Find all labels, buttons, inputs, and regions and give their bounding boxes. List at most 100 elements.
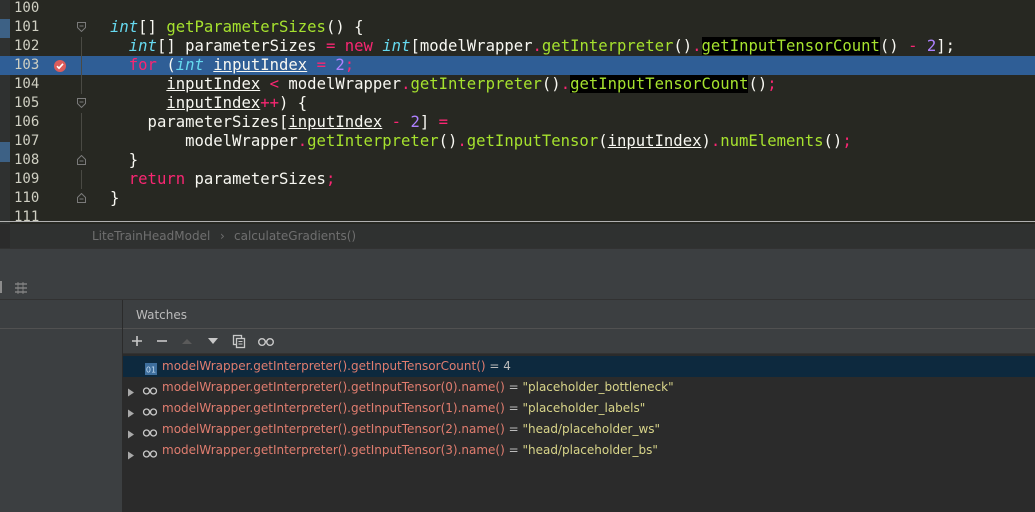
- remove-icon[interactable]: [154, 333, 170, 349]
- code-text[interactable]: }: [110, 151, 138, 170]
- watch-icon: [142, 424, 158, 437]
- code-text[interactable]: }: [110, 189, 119, 208]
- line-number: 106: [14, 114, 40, 130]
- watches-panel[interactable]: Watches 01 modelWrapper.getInterpreter().…: [123, 300, 1035, 512]
- watch-row[interactable]: modelWrapper.getInterpreter().getInputTe…: [123, 377, 1035, 398]
- code-token: getInputTensor: [466, 132, 599, 150]
- code-line[interactable]: 109 return parameterSizes;: [0, 170, 1035, 189]
- code-text[interactable]: for (int inputIndex = 2;: [110, 56, 354, 75]
- code-line[interactable]: 104 inputIndex < modelWrapper. getInterpr…: [0, 75, 1035, 94]
- code-line[interactable]: 108 }: [0, 151, 1035, 170]
- code-text[interactable]: int[] parameterSizes = new int[modelWrap…: [110, 37, 955, 56]
- code-line[interactable]: 101 int[] getParameterSizes() {: [0, 18, 1035, 37]
- code-line-current[interactable]: 103 for (int inputIndex = 2;: [0, 56, 1035, 75]
- code-line[interactable]: 107 modelWrapper.getInterpreter().getInp…: [0, 132, 1035, 151]
- code-text[interactable]: return parameterSizes;: [110, 170, 336, 189]
- code-token: =: [438, 113, 449, 131]
- code-line[interactable]: 100: [0, 0, 1035, 18]
- editor-divider: [0, 221, 1035, 222]
- watch-row[interactable]: 01 modelWrapper.getInterpreter().getInput…: [123, 356, 1035, 377]
- fold-open-icon[interactable]: [77, 22, 86, 32]
- code-token: <: [269, 75, 280, 93]
- expand-arrow-icon[interactable]: [127, 383, 135, 397]
- watch-value: "placeholder_labels": [522, 401, 646, 415]
- code-token: .: [692, 37, 702, 55]
- add-icon[interactable]: [129, 333, 145, 349]
- code-token: 2: [335, 56, 345, 74]
- code-token: ): [701, 132, 711, 150]
- code-token: 2: [410, 113, 420, 131]
- watch-row[interactable]: modelWrapper.getInterpreter().getInputTe…: [123, 398, 1035, 419]
- breadcrumb-method[interactable]: calculateGradients(): [234, 229, 356, 243]
- code-text[interactable]: int[] getParameterSizes() {: [110, 18, 364, 37]
- line-number: 103: [14, 57, 40, 73]
- code-token: (): [438, 132, 458, 150]
- code-token: ];: [936, 37, 956, 55]
- code-token: .: [297, 132, 308, 150]
- code-token: ;: [325, 170, 336, 188]
- copy-icon[interactable]: [231, 333, 247, 349]
- fold-close-icon[interactable]: [77, 193, 86, 203]
- code-line[interactable]: 106 parameterSizes[inputIndex - 2] =: [0, 113, 1035, 132]
- code-token: for: [128, 56, 157, 74]
- code-token: getInterpreter: [307, 132, 439, 150]
- code-text[interactable]: inputIndex < modelWrapper. getInterpreter…: [110, 75, 777, 94]
- fold-open-icon[interactable]: [77, 98, 86, 108]
- tab-watches[interactable]: Watches: [136, 308, 187, 322]
- watch-equals: =: [504, 422, 523, 436]
- fold-close-icon[interactable]: [77, 155, 86, 165]
- code-text[interactable]: parameterSizes[inputIndex - 2] =: [110, 113, 448, 132]
- threads-icon[interactable]: [14, 280, 28, 299]
- code-line[interactable]: 110}: [0, 189, 1035, 208]
- line-number: 101: [14, 19, 40, 35]
- code-token: ;: [344, 56, 355, 74]
- code-token: ;: [767, 75, 777, 93]
- code-token: .: [560, 75, 571, 93]
- watch-equals: =: [504, 401, 523, 415]
- code-text[interactable]: inputIndex++) {: [110, 94, 307, 113]
- code-text[interactable]: modelWrapper.getInterpreter().getInputTe…: [110, 132, 852, 151]
- expand-arrow-icon[interactable]: [127, 404, 135, 418]
- watch-row[interactable]: modelWrapper.getInterpreter().getInputTe…: [123, 419, 1035, 440]
- frames-header-divider: [0, 328, 122, 329]
- code-line[interactable]: 102 int[] parameterSizes = new int[model…: [0, 37, 1035, 56]
- glasses-icon[interactable]: [257, 333, 274, 349]
- watch-expression-text: modelWrapper.getInterpreter().getInputTe…: [162, 380, 505, 394]
- code-token: int: [110, 18, 139, 36]
- debug-toolbar: [0, 275, 1035, 300]
- code-line[interactable]: 105 inputIndex++) {: [0, 94, 1035, 113]
- primitive-icon: 01: [142, 361, 158, 375]
- toolbar-edge-icon: [0, 281, 2, 293]
- line-number: 104: [14, 76, 40, 92]
- code-token: [modelWrapper: [410, 37, 533, 55]
- code-token: (): [673, 37, 693, 55]
- watch-row[interactable]: modelWrapper.getInterpreter().getInputTe…: [123, 440, 1035, 461]
- code-token: (): [879, 37, 909, 55]
- code-token: (: [156, 56, 176, 74]
- watch-expression-text: modelWrapper.getInterpreter().getInputTe…: [162, 422, 505, 436]
- move-up-icon[interactable]: [179, 333, 195, 349]
- watch-expression-text: modelWrapper.getInterpreter().getInputTe…: [162, 401, 505, 415]
- code-token: getInterpreter: [410, 75, 542, 93]
- watch-expression: modelWrapper.getInterpreter().getInputTe…: [162, 356, 511, 377]
- expand-arrow-icon[interactable]: [127, 446, 135, 460]
- frames-pane[interactable]: [0, 300, 123, 512]
- fold-guide: [81, 56, 82, 75]
- code-token: modelWrapper: [279, 75, 402, 93]
- breakpoint-icon[interactable]: [53, 58, 67, 72]
- code-token: [] parameterSizes: [156, 37, 326, 55]
- breadcrumb-class[interactable]: LiteTrainHeadModel: [92, 229, 210, 243]
- code-token: int: [128, 37, 157, 55]
- code-editor[interactable]: 100 101 int[] getParameterSizes() {102 int…: [0, 0, 1035, 224]
- expand-arrow-icon[interactable]: [127, 425, 135, 439]
- breadcrumb-separator: ›: [220, 229, 225, 243]
- watch-value: 4: [503, 359, 511, 373]
- code-token: inputIndex: [166, 75, 261, 93]
- move-down-icon[interactable]: [205, 333, 221, 349]
- code-token: (): [748, 75, 768, 93]
- code-token: parameterSizes[: [110, 113, 289, 131]
